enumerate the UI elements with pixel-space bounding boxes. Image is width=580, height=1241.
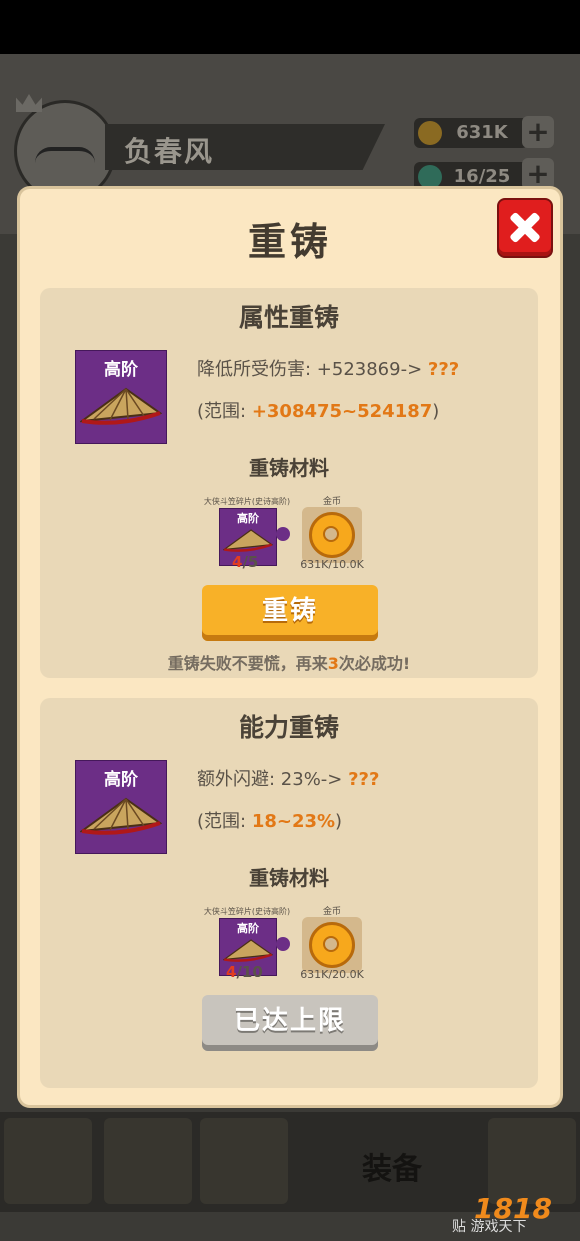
tip-prefix: 重铸失败不要慌，再来	[167, 654, 328, 673]
nav-training-button[interactable]	[104, 1118, 192, 1204]
gold-coin-icon	[309, 512, 355, 558]
energy-value: 16/25	[453, 166, 511, 187]
recast-button[interactable]: 重铸	[202, 585, 378, 641]
ability-stat-line: 额外闪避: 23%-> ???	[197, 765, 379, 791]
gold-coin-slot[interactable]	[302, 917, 362, 973]
attribute-stat-label: 降低所受伤害: +523869->	[197, 359, 423, 380]
status-bar	[0, 0, 580, 54]
attribute-material-have: 4	[232, 553, 243, 571]
gold-value: 631K	[456, 122, 508, 143]
attribute-stat-unknown: ???	[427, 359, 460, 380]
player-avatar[interactable]	[14, 100, 116, 202]
tip-suffix: 次必成功!	[338, 654, 411, 673]
attribute-range-line: (范围: +308475~524187)	[197, 397, 439, 423]
ability-range-prefix: (范围:	[197, 811, 252, 832]
item-tier-label: 高阶	[104, 360, 138, 380]
attribute-material-need: /5	[242, 553, 259, 571]
attribute-material-name: 大侠斗笠碎片(史诗高阶)	[203, 497, 291, 506]
watermark-sub: 贴 游戏天下	[452, 1219, 527, 1235]
material-tier-label: 高阶	[237, 922, 259, 935]
ability-material-need: /10	[236, 963, 263, 981]
ability-range-value: 18~23%	[251, 811, 336, 832]
material-tier-label: 高阶	[237, 512, 259, 525]
attribute-range-prefix: (范围:	[197, 401, 252, 422]
ability-coin-count: 631K/20.0K	[300, 968, 364, 981]
ability-material-count: 4/10	[226, 963, 263, 981]
close-button[interactable]	[497, 198, 553, 258]
ability-stat-label: 额外闪避: 23%->	[197, 769, 343, 790]
max-reached-button[interactable]: 已达上限	[202, 995, 378, 1051]
nav-battle-button[interactable]	[200, 1118, 288, 1204]
ability-materials-title: 重铸材料	[249, 866, 329, 890]
add-gold-button[interactable]: +	[522, 116, 554, 148]
bamboo-hat-icon	[223, 939, 273, 962]
nav-equip-label[interactable]: 装备	[362, 1144, 422, 1188]
ability-stat-unknown: ???	[348, 769, 380, 790]
nav-task-button[interactable]	[4, 1118, 92, 1204]
attribute-recast-title: 属性重铸	[238, 303, 339, 332]
player-name: 负春风	[124, 135, 215, 168]
ability-coin-name: 金币	[322, 907, 341, 917]
bamboo-hat-icon	[80, 387, 162, 425]
attribute-coin-name: 金币	[322, 497, 341, 507]
ability-material-have: 4	[226, 963, 237, 981]
attribute-range-value: +308475~524187	[251, 401, 433, 422]
attribute-stat-line: 降低所受伤害: +523869-> ???	[197, 355, 459, 381]
gold-coin-slot[interactable]	[302, 507, 362, 563]
puzzle-knob	[276, 937, 290, 951]
bamboo-hat-icon	[223, 529, 273, 552]
ability-recast-title: 能力重铸	[238, 713, 339, 742]
item-tier-label: 高阶	[104, 770, 138, 790]
item-hat-icon[interactable]: 高阶	[75, 350, 167, 444]
recast-tip: 重铸失败不要慌，再来3次必成功!	[40, 650, 538, 674]
gold-coin-icon	[418, 121, 442, 145]
puzzle-knob	[276, 527, 290, 541]
modal-title: 重铸	[247, 220, 332, 264]
energy-icon	[418, 165, 442, 189]
attribute-range-suffix: )	[432, 401, 440, 422]
bamboo-hat-icon	[80, 797, 162, 835]
tip-number: 3	[327, 654, 339, 673]
ability-range-suffix: )	[335, 811, 343, 832]
ability-range-line: (范围: 18~23%)	[197, 807, 342, 833]
add-energy-button[interactable]: +	[522, 158, 554, 190]
gold-coin-icon	[309, 922, 355, 968]
attribute-materials-title: 重铸材料	[249, 456, 329, 480]
attribute-coin-count: 631K/10.0K	[300, 558, 364, 571]
attribute-material-count: 4/5	[232, 553, 258, 571]
ability-material-name: 大侠斗笠碎片(史诗高阶)	[203, 907, 291, 916]
item-hat-icon[interactable]: 高阶	[75, 760, 167, 854]
